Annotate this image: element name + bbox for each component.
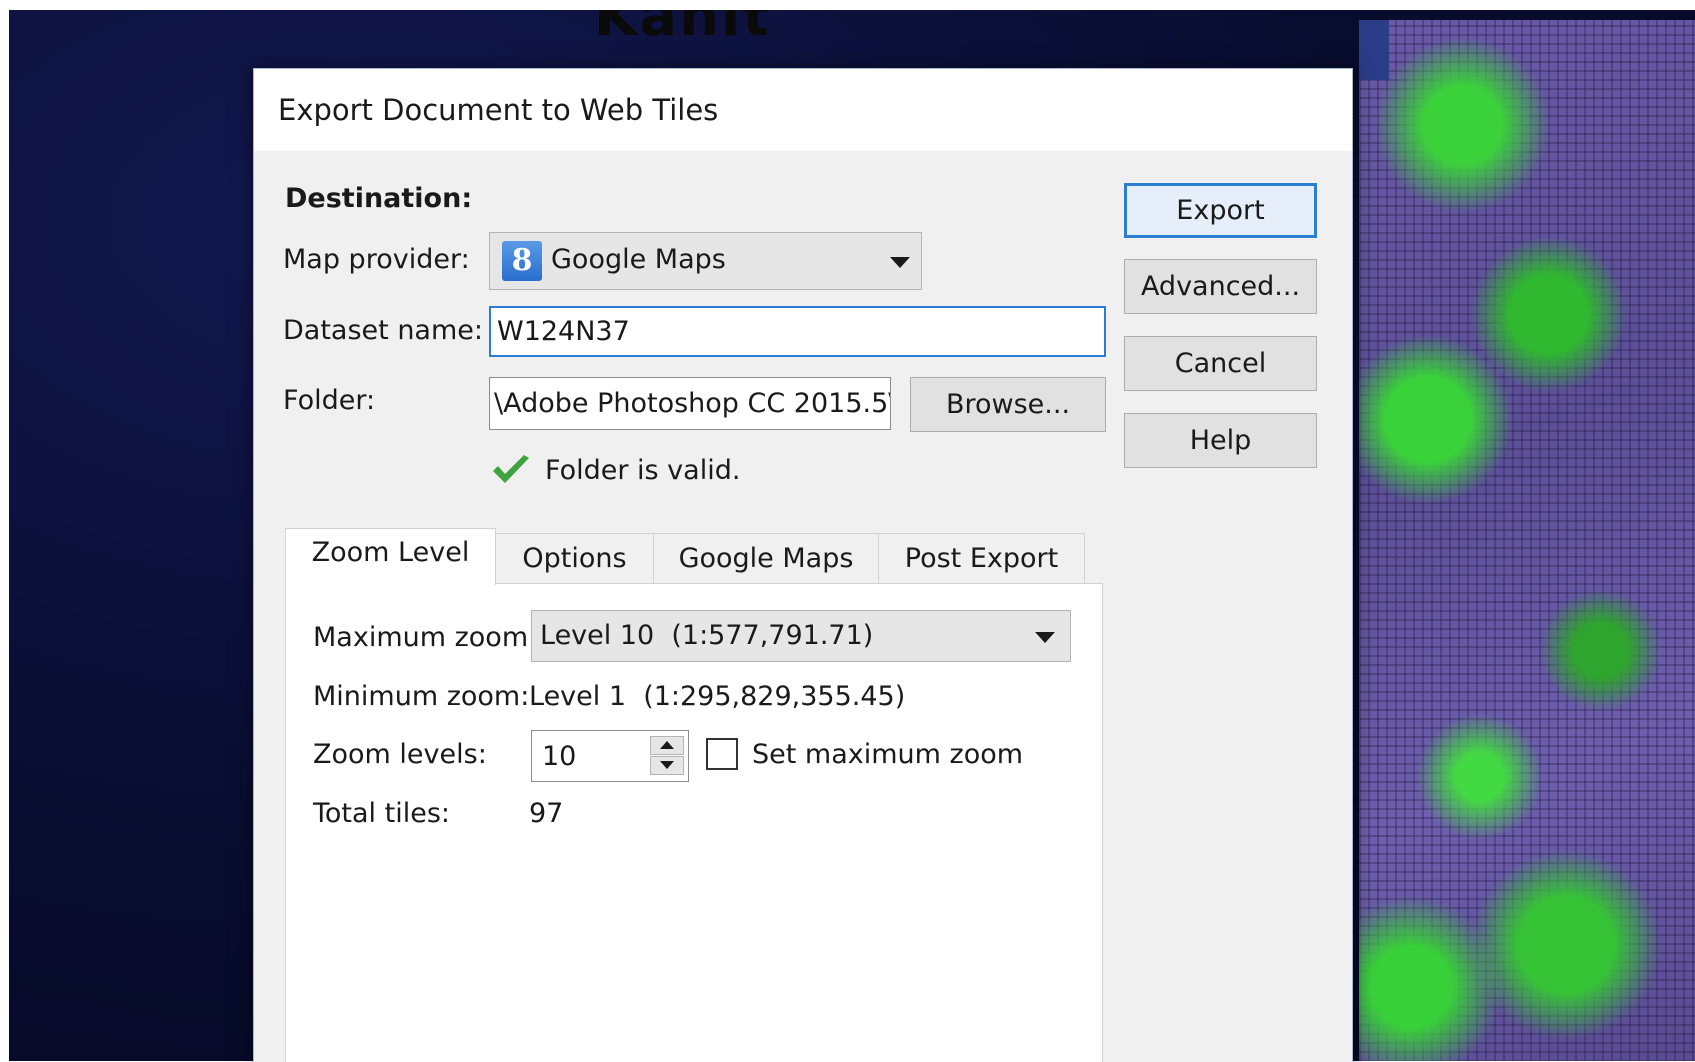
export-web-tiles-dialog: Export Document to Web Tiles Destination… xyxy=(253,68,1353,1062)
dataset-name-label: Dataset name: xyxy=(283,315,483,346)
tab-options[interactable]: Options xyxy=(495,533,654,584)
minimum-zoom-label: Minimum zoom: xyxy=(313,681,530,712)
dialog-title: Export Document to Web Tiles xyxy=(278,93,719,127)
maximum-zoom-select[interactable]: Level 10 (1:577,791.71) xyxy=(531,610,1071,662)
decrement-button[interactable] xyxy=(650,756,684,775)
folder-path-input[interactable]: \Adobe Photoshop CC 2015.5\ xyxy=(489,377,891,430)
advanced-button[interactable]: Advanced... xyxy=(1124,259,1317,314)
chevron-down-icon xyxy=(1035,632,1055,643)
chevron-down-icon xyxy=(890,257,910,268)
map-provider-label: Map provider: xyxy=(283,244,470,275)
dataset-name-input[interactable]: W124N37 xyxy=(489,306,1106,357)
zoom-levels-stepper[interactable]: 10 xyxy=(531,730,689,782)
tab-google-maps[interactable]: Google Maps xyxy=(653,533,879,584)
zoom-levels-value: 10 xyxy=(542,741,577,772)
arrow-down-icon xyxy=(660,761,674,769)
satellite-edge xyxy=(1359,20,1389,80)
map-provider-value: Google Maps xyxy=(551,244,726,275)
set-maximum-zoom-checkbox[interactable] xyxy=(706,738,738,770)
help-button[interactable]: Help xyxy=(1124,413,1317,468)
satellite-imagery xyxy=(1359,20,1695,1061)
export-button[interactable]: Export xyxy=(1124,183,1317,238)
total-tiles-label: Total tiles: xyxy=(313,798,451,829)
zoom-levels-label: Zoom levels: xyxy=(313,739,487,770)
total-tiles-value: 97 xyxy=(529,798,564,829)
arrow-up-icon xyxy=(660,741,674,749)
set-maximum-zoom-label: Set maximum zoom xyxy=(752,739,1024,770)
destination-heading: Destination: xyxy=(285,183,473,214)
maximum-zoom-label: Maximum zoom: xyxy=(313,622,538,653)
folder-label: Folder: xyxy=(283,385,376,416)
browse-button[interactable]: Browse... xyxy=(910,377,1106,432)
checkmark-icon xyxy=(493,455,529,483)
cancel-button[interactable]: Cancel xyxy=(1124,336,1317,391)
tab-zoom-level[interactable]: Zoom Level xyxy=(285,528,496,585)
background-title-fragment: Kanit xyxy=(594,10,772,49)
minimum-zoom-value: Level 1 (1:295,829,355.45) xyxy=(529,681,906,712)
tab-post-export[interactable]: Post Export xyxy=(878,533,1085,584)
increment-button[interactable] xyxy=(650,736,684,755)
map-provider-select[interactable]: 8 Google Maps xyxy=(489,232,922,290)
google-maps-icon: 8 xyxy=(502,241,542,281)
dialog-titlebar: Export Document to Web Tiles xyxy=(254,69,1352,151)
maximum-zoom-value: Level 10 (1:577,791.71) xyxy=(540,620,874,651)
folder-status-text: Folder is valid. xyxy=(545,455,741,486)
